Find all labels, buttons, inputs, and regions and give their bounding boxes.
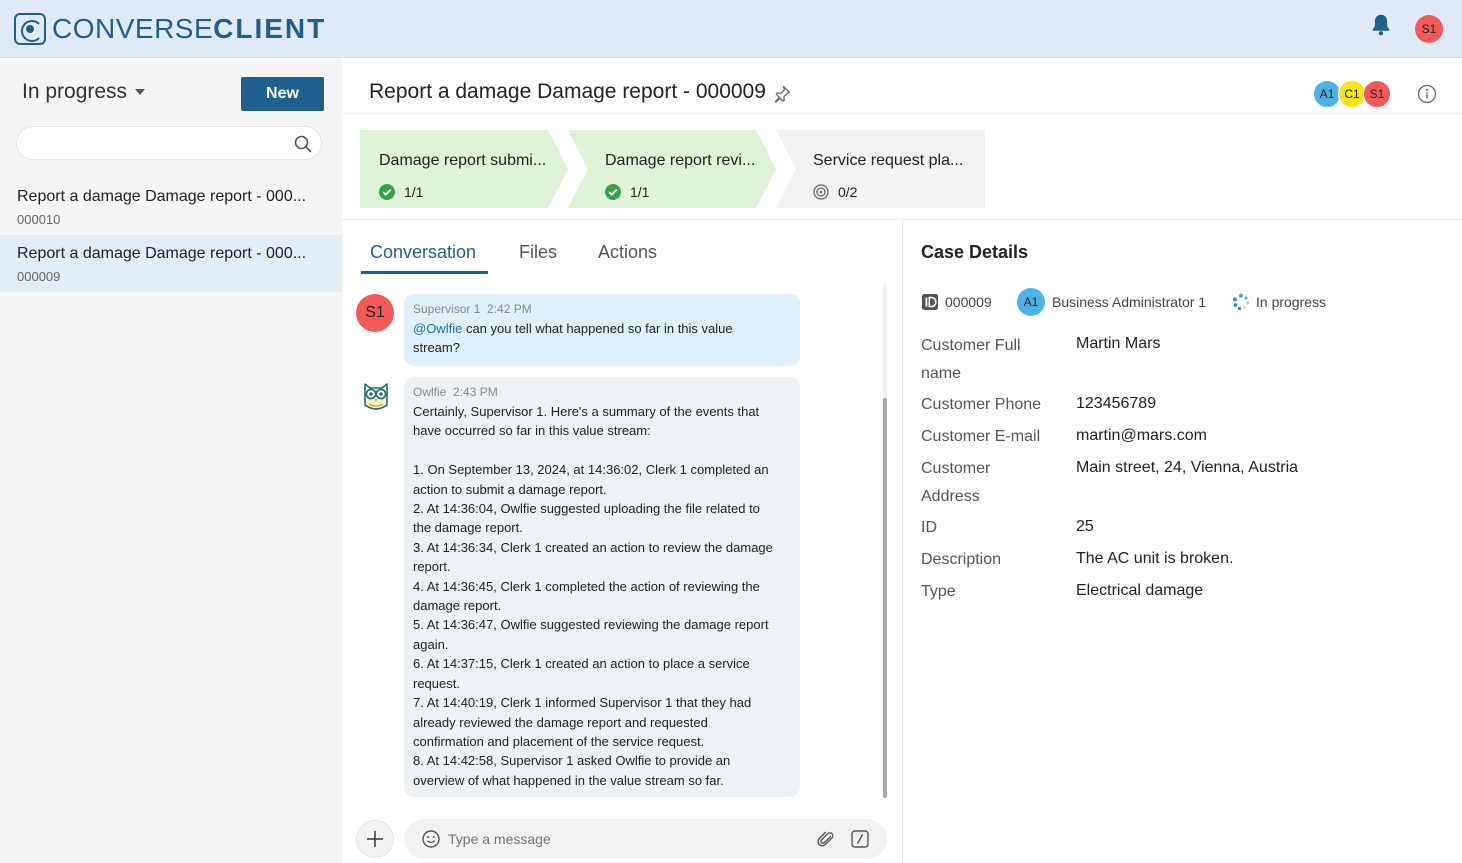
participant-avatar[interactable]: S1 bbox=[1363, 80, 1391, 108]
pin-icon[interactable] bbox=[772, 84, 792, 104]
message-bubble: Owlfie 2:43 PM Certainly, Supervisor 1. … bbox=[404, 377, 800, 797]
field-value-customer-email: martin@mars.com bbox=[1076, 427, 1207, 444]
pending-target-icon bbox=[813, 184, 829, 200]
conversation-scrollbar-thumb[interactable] bbox=[883, 398, 887, 798]
stage-name: Damage report revi... bbox=[605, 152, 756, 169]
stage-count: 1/1 bbox=[404, 184, 424, 200]
case-id-value: 000009 bbox=[945, 294, 992, 310]
case-list-item-number: 000010 bbox=[17, 212, 61, 227]
case-list-item[interactable]: Report a damage Damage report - 000... 0… bbox=[0, 178, 342, 235]
status-filter-dropdown[interactable]: In progress bbox=[22, 80, 146, 104]
case-list-sidebar: In progress New Report a damage Damage r… bbox=[0, 58, 342, 863]
stage-name: Service request pla... bbox=[813, 152, 964, 169]
case-details-title: Case Details bbox=[921, 242, 1029, 262]
field-label-customer-email: Customer E-mail bbox=[921, 428, 1041, 445]
tab-actions[interactable]: Actions bbox=[598, 242, 657, 263]
header-divider bbox=[342, 113, 1462, 114]
case-list-item-selected[interactable]: Report a damage Damage report - 000... 0… bbox=[0, 235, 342, 292]
message-input[interactable] bbox=[448, 819, 798, 859]
participant-avatar[interactable]: A1 bbox=[1313, 80, 1341, 108]
logo-text: CONVERSECLIENT bbox=[52, 13, 326, 45]
message-time: 2:43 PM bbox=[453, 385, 498, 399]
info-icon[interactable] bbox=[1417, 84, 1437, 104]
participant-avatars[interactable]: A1 C1 S1 bbox=[1313, 80, 1391, 108]
message-text: Certainly, Supervisor 1. Here's a summar… bbox=[413, 404, 773, 788]
logo-prefix: CONVERSE bbox=[52, 13, 214, 44]
case-list-item-title: Report a damage Damage report - 000... bbox=[17, 188, 307, 205]
user-avatar[interactable]: S1 bbox=[1415, 15, 1443, 43]
active-tab-indicator bbox=[361, 271, 488, 274]
stage-count: 1/1 bbox=[630, 184, 650, 200]
stage-name: Damage report submi... bbox=[379, 152, 547, 169]
column-divider bbox=[902, 220, 903, 863]
field-label-customer-phone: Customer Phone bbox=[921, 396, 1042, 413]
message-meta: Owlfie 2:43 PM bbox=[413, 385, 790, 399]
assignee-avatar[interactable]: A1 bbox=[1017, 288, 1045, 316]
case-list-item-number: 000009 bbox=[17, 269, 61, 284]
message-sender: Owlfie bbox=[413, 385, 447, 399]
field-label-customer-address: Customer Address bbox=[921, 460, 991, 505]
case-list-item-title: Report a damage Damage report - 000... bbox=[17, 245, 307, 262]
message-bubble: Supervisor 1 2:42 PM @Owlfie can you tel… bbox=[404, 294, 800, 366]
field-label-customer-full-name: Customer Full name bbox=[921, 337, 1021, 382]
message-avatar: S1 bbox=[356, 294, 394, 332]
case-search bbox=[16, 126, 322, 160]
case-title: Report a damage Damage report - 000009 bbox=[369, 80, 766, 103]
status-filter-label: In progress bbox=[22, 80, 128, 103]
id-card-icon bbox=[922, 294, 938, 310]
case-assignee-meta: A1 Business Administrator 1 bbox=[1017, 288, 1206, 316]
logo-mark-icon bbox=[14, 13, 46, 45]
field-value-id: 25 bbox=[1076, 518, 1094, 535]
field-value-description: The AC unit is broken. bbox=[1076, 550, 1234, 567]
field-label-description: Description bbox=[921, 551, 1002, 568]
case-id-meta: 000009 bbox=[921, 288, 992, 316]
emoji-icon[interactable] bbox=[421, 829, 441, 849]
case-search-input[interactable] bbox=[29, 127, 289, 159]
slash-command-icon[interactable] bbox=[850, 829, 870, 849]
paperclip-icon[interactable] bbox=[816, 829, 836, 849]
tab-files[interactable]: Files bbox=[519, 242, 557, 263]
tab-conversation[interactable]: Conversation bbox=[370, 242, 476, 263]
top-bar: CONVERSECLIENT S1 bbox=[0, 0, 1462, 58]
participant-avatar[interactable]: C1 bbox=[1338, 80, 1366, 108]
check-circle-icon bbox=[605, 184, 621, 200]
case-status-meta: In progress bbox=[1232, 288, 1326, 316]
add-attachment-button[interactable] bbox=[356, 820, 394, 858]
mention-link[interactable]: @Owlfie bbox=[413, 321, 462, 336]
caret-down-icon bbox=[135, 89, 146, 95]
field-value-customer-address: Main street, 24, Vienna, Austria bbox=[1076, 459, 1299, 476]
search-icon[interactable] bbox=[293, 134, 313, 154]
field-value-type: Electrical damage bbox=[1076, 582, 1204, 599]
app-logo[interactable]: CONVERSECLIENT bbox=[14, 12, 326, 46]
message-composer bbox=[404, 819, 887, 859]
check-circle-icon bbox=[379, 184, 395, 200]
field-value-customer-full-name: Martin Mars bbox=[1076, 335, 1161, 352]
message-text: @Owlfie can you tell what happened so fa… bbox=[413, 319, 790, 358]
new-case-button[interactable]: New bbox=[241, 77, 324, 111]
stage-count: 0/2 bbox=[838, 184, 858, 200]
field-value-customer-phone: 123456789 bbox=[1076, 395, 1157, 412]
stage-chevron[interactable]: Service request pla... 0/2 bbox=[776, 130, 985, 208]
stage-chevron[interactable]: Damage report submi... 1/1 bbox=[360, 130, 568, 208]
message-time: 2:42 PM bbox=[487, 302, 532, 316]
logo-suffix: CLIENT bbox=[213, 13, 327, 44]
case-status-value: In progress bbox=[1256, 294, 1327, 310]
field-label-type: Type bbox=[921, 583, 956, 600]
plus-icon bbox=[367, 831, 383, 847]
message-sender: Supervisor 1 bbox=[413, 302, 481, 316]
notification-bell-icon[interactable] bbox=[1368, 12, 1394, 38]
owlfie-owl-icon bbox=[364, 383, 388, 410]
message-meta: Supervisor 1 2:42 PM bbox=[413, 302, 790, 316]
field-label-id: ID bbox=[921, 519, 937, 536]
progress-spinner-icon bbox=[1233, 293, 1250, 311]
assignee-name: Business Administrator 1 bbox=[1052, 294, 1207, 310]
stage-chevron[interactable]: Damage report revi... 1/1 bbox=[568, 130, 776, 208]
